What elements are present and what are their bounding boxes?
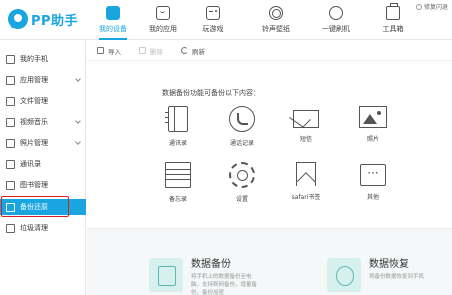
chevron-down-icon <box>75 139 81 145</box>
backup-description-title: 数据备份功能可备份以下内容： <box>162 89 260 97</box>
backup-item-label: 通讯录 <box>168 140 187 147</box>
sidebar-item-app-management[interactable]: 应用管理 <box>0 72 86 88</box>
power-icon <box>329 6 343 20</box>
backup-item-label: 照片 <box>366 136 379 143</box>
data-restore-card[interactable]: 数据恢复 将备份数据恢复到手机 <box>327 249 447 295</box>
import-button[interactable]: 导入 <box>97 46 121 56</box>
pp-logo-icon <box>8 9 28 29</box>
sidebar-item-video-music[interactable]: 视频音乐 <box>0 114 86 130</box>
import-label: 导入 <box>108 47 121 56</box>
backup-item-call-log: 通话记录 <box>214 106 270 162</box>
backup-item-label: 通话记录 <box>229 140 254 147</box>
backup-item-sms: 短信 <box>278 106 334 162</box>
toolbar: 导入 删除 刷新 <box>87 41 452 61</box>
backup-item-settings: 设置 <box>214 162 270 218</box>
folder-icon <box>6 96 15 106</box>
sidebar-item-book-management[interactable]: 图书管理 <box>0 177 86 193</box>
backup-item-safari-bookmarks: safari书签 <box>278 162 334 218</box>
apps-icon <box>6 75 15 85</box>
backup-item-photos: 照片 <box>345 106 401 162</box>
repair-crash-link[interactable]: 修复闪退 <box>415 2 448 11</box>
backup-item-label: 设置 <box>235 196 248 203</box>
sidebar-item-contacts[interactable]: 通讯录 <box>0 156 86 172</box>
data-backup-description: 将手机上的数据备份至电脑，支持断网备份，增量备份，备份加密 <box>191 274 258 295</box>
photo-icon <box>6 138 15 148</box>
sidebar-item-label: 我的手机 <box>20 55 48 63</box>
bookmark-icon <box>296 162 316 186</box>
tab-label: 我的设备 <box>99 25 127 33</box>
repair-crash-label: 修复闪退 <box>423 4 448 11</box>
tab-label: 铃声壁纸 <box>262 25 290 33</box>
backup-item-label: 其他 <box>366 194 379 201</box>
toolbox-icon <box>386 3 400 20</box>
sidebar-item-label: 应用管理 <box>20 76 48 84</box>
sidebar-item-label: 图书管理 <box>20 181 48 189</box>
book-icon <box>6 180 15 190</box>
sidebar-item-label: 文件管理 <box>20 97 48 105</box>
sidebar-item-my-phone[interactable]: 我的手机 <box>0 51 86 67</box>
gamepad-icon <box>206 6 220 20</box>
backup-actions-area: 数据备份 将手机上的数据备份至电脑，支持断网备份，增量备份，备份加密 数据恢复 … <box>87 228 452 295</box>
tab-toolbox[interactable]: 工具箱 <box>375 3 411 38</box>
highlight-box <box>1 196 69 217</box>
bag-icon <box>156 6 170 20</box>
photo-icon <box>359 106 387 128</box>
chevron-down-icon <box>75 118 81 124</box>
sidebar: 我的手机 应用管理 文件管理 视频音乐 照片管理 通讯录 图书管理 备份还原 垃… <box>0 41 86 295</box>
sidebar-item-junk-cleanup[interactable]: 垃圾清理 <box>0 220 86 236</box>
sidebar-item-label: 垃圾清理 <box>20 224 48 232</box>
gear-icon <box>229 162 255 188</box>
data-backup-card[interactable]: 数据备份 将手机上的数据备份至电脑，支持断网备份，增量备份，备份加密 <box>149 249 279 295</box>
sidebar-item-label: 通讯录 <box>20 160 41 168</box>
sms-icon <box>293 110 319 128</box>
tab-label: 玩游戏 <box>202 25 224 33</box>
tab-label: 工具箱 <box>382 25 404 33</box>
refresh-label: 刷新 <box>192 47 205 56</box>
chevron-down-icon <box>75 76 81 82</box>
data-restore-title: 数据恢复 <box>369 259 409 270</box>
sidebar-item-photo-management[interactable]: 照片管理 <box>0 135 86 151</box>
memo-icon <box>165 162 191 188</box>
refresh-button[interactable]: 刷新 <box>181 46 205 56</box>
brush-icon <box>269 6 283 20</box>
data-backup-title: 数据备份 <box>191 259 231 270</box>
tab-flash[interactable]: 一键刷机 <box>318 4 354 38</box>
tab-label: 我的应用 <box>149 25 177 33</box>
more-icon <box>360 164 386 186</box>
import-icon <box>97 47 104 54</box>
call-log-icon <box>229 106 255 132</box>
app-logo: PP助手 <box>8 8 78 30</box>
trash-icon <box>6 223 15 233</box>
backup-item-label: 短信 <box>299 136 312 143</box>
top-bar: PP助手 我的设备 我的应用 玩游戏 铃声壁纸 一键刷机 工具箱 修复闪退 <box>0 0 452 40</box>
delete-label: 删除 <box>150 47 163 56</box>
tab-label: 一键刷机 <box>322 25 350 33</box>
backup-item-contacts: 通讯录 <box>150 106 206 162</box>
contacts-icon <box>165 106 188 132</box>
backup-item-memo: 备忘录 <box>150 162 206 218</box>
refresh-icon <box>181 47 188 54</box>
sidebar-item-file-management[interactable]: 文件管理 <box>0 93 86 109</box>
backup-icon <box>149 258 183 292</box>
phone-icon <box>106 6 120 20</box>
contacts-icon <box>6 159 15 169</box>
video-icon <box>6 117 15 127</box>
sidebar-item-label: 照片管理 <box>20 139 48 147</box>
backup-item-other: 其他 <box>345 162 401 218</box>
sidebar-item-label: 视频音乐 <box>20 118 48 126</box>
backup-item-label: 备忘录 <box>168 196 187 203</box>
phone-icon <box>6 54 15 64</box>
tab-my-device[interactable]: 我的设备 <box>95 4 131 40</box>
tab-my-apps[interactable]: 我的应用 <box>145 4 181 38</box>
backup-item-label: safari书签 <box>291 194 321 201</box>
restore-icon <box>327 258 361 292</box>
app-logo-text: PP助手 <box>31 13 79 29</box>
tab-games[interactable]: 玩游戏 <box>195 4 231 38</box>
delete-button[interactable]: 删除 <box>139 46 163 56</box>
trash-icon <box>139 47 146 54</box>
tab-ringtones-wallpapers[interactable]: 铃声壁纸 <box>258 4 294 38</box>
data-restore-description: 将备份数据恢复到手机 <box>369 274 425 280</box>
repair-icon <box>415 3 422 10</box>
